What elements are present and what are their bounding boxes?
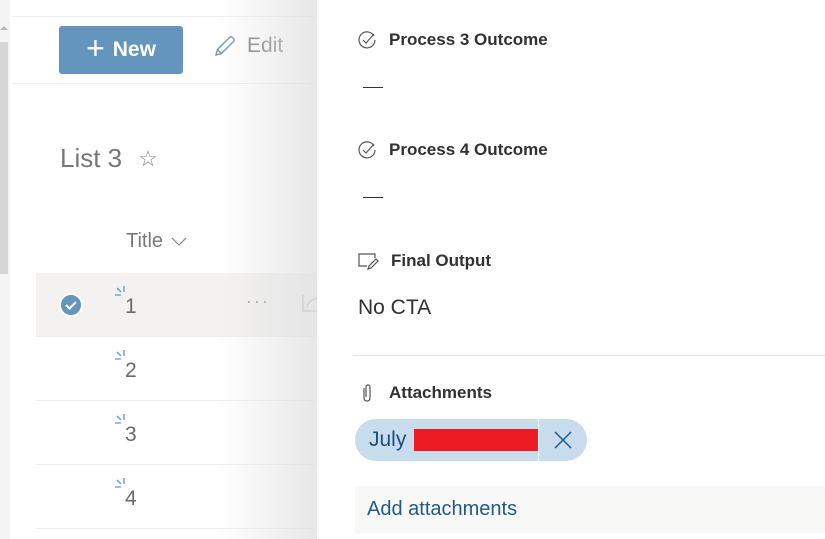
field-label-attachments: Attachments	[357, 383, 492, 403]
list-row[interactable]: 3	[36, 401, 330, 465]
scrollbar-thumb[interactable]	[0, 42, 8, 274]
edit-button-label: Edit	[247, 34, 284, 57]
paperclip-icon	[363, 384, 371, 402]
new-button-label: New	[112, 38, 156, 61]
choice-check-icon	[358, 141, 376, 159]
column-header-label: Title	[126, 230, 164, 252]
list-title-text: List 3	[60, 143, 123, 173]
field-value-empty-process-4[interactable]	[363, 197, 383, 198]
choice-check-icon	[358, 31, 376, 49]
new-button[interactable]: + New	[59, 26, 183, 74]
chevron-down-icon	[171, 237, 187, 246]
field-value-empty-process-3[interactable]	[363, 87, 383, 88]
vertical-scrollbar[interactable]	[0, 0, 10, 539]
add-attachments-button[interactable]: Add attachments	[355, 486, 825, 533]
field-label-text: Attachments	[389, 383, 492, 402]
command-bar-top-border	[11, 16, 330, 17]
close-icon	[554, 431, 572, 449]
row-title[interactable]: 1	[125, 295, 137, 319]
list-row[interactable]: 2	[36, 337, 330, 401]
command-bar-bottom-border	[11, 83, 330, 84]
list-row[interactable]: 4	[36, 465, 330, 529]
attachment-chip[interactable]: July	[355, 419, 588, 461]
item-details-panel: Process 3 Outcome Process 4 Outcome Fina…	[317, 0, 825, 539]
edit-button[interactable]: Edit	[213, 34, 283, 58]
field-value-final-output[interactable]: No CTA	[358, 296, 431, 320]
field-label-text: Process 4 Outcome	[389, 140, 548, 159]
add-attachments-label: Add attachments	[367, 498, 518, 520]
redaction-box	[414, 429, 539, 451]
favorite-star-icon[interactable]: ☆	[138, 146, 158, 172]
scroll-up-arrow-icon[interactable]	[0, 26, 8, 30]
list-title: List 3 ☆	[60, 143, 158, 174]
plus-icon: +	[86, 30, 105, 66]
row-title[interactable]: 3	[125, 423, 137, 447]
list-view: + New Edit List 3 ☆ Title 1 ··· 2 3 4	[10, 0, 330, 539]
row-title[interactable]: 2	[125, 359, 137, 383]
field-label-final-output: Final Output	[357, 251, 491, 271]
field-label-process-4-outcome: Process 4 Outcome	[357, 140, 548, 160]
row-title[interactable]: 4	[125, 487, 137, 511]
list-row[interactable]: 1 ···	[36, 273, 330, 337]
field-label-text: Final Output	[391, 251, 492, 270]
more-options-icon[interactable]: ···	[246, 291, 270, 312]
remove-attachment-button[interactable]	[539, 419, 588, 461]
column-header-title[interactable]: Title	[126, 230, 187, 253]
attachment-name[interactable]: July	[355, 419, 539, 461]
field-label-process-3-outcome: Process 3 Outcome	[357, 30, 548, 50]
field-label-text: Process 3 Outcome	[389, 30, 548, 49]
section-divider	[353, 355, 825, 356]
text-edit-icon	[358, 253, 379, 270]
pencil-icon	[215, 36, 235, 56]
attachment-name-text: July	[369, 428, 407, 451]
row-selected-check-icon[interactable]	[59, 293, 83, 317]
